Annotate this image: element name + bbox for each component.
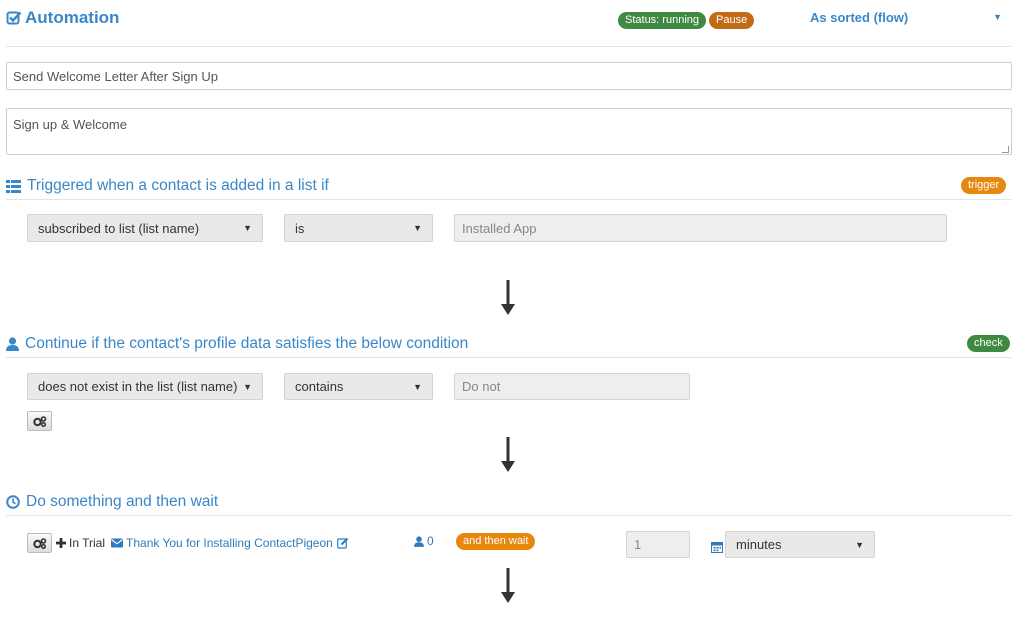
automation-description-value: Sign up & Welcome — [13, 117, 127, 132]
caret-down-icon: ▼ — [993, 12, 1002, 22]
check-section-title: Continue if the contact's profile data s… — [6, 335, 468, 353]
trigger-condition-select[interactable]: subscribed to list (list name) ▼ — [27, 214, 263, 242]
gears-icon — [32, 415, 46, 427]
action-settings-button[interactable] — [27, 533, 52, 553]
divider — [6, 515, 1012, 516]
user-icon — [6, 337, 19, 351]
check-operator-select[interactable]: contains ▼ — [284, 373, 433, 400]
caret-down-icon: ▼ — [413, 381, 422, 392]
resize-handle-icon[interactable] — [1002, 146, 1009, 153]
trigger-operator-value: is — [295, 220, 305, 236]
calendar-icon — [711, 542, 723, 553]
automation-name-value: Send Welcome Letter After Sign Up — [13, 68, 218, 84]
page-title-text: Automation — [25, 8, 120, 27]
caret-down-icon: ▼ — [243, 223, 252, 233]
pause-button[interactable]: Pause — [709, 12, 755, 29]
action-section-title: Do something and then wait — [6, 493, 218, 511]
divider — [6, 357, 1012, 358]
trigger-value-input[interactable]: Installed App — [454, 214, 947, 242]
arrow-down-icon — [501, 568, 515, 603]
list-icon — [6, 179, 21, 193]
email-template-link[interactable]: Thank You for Installing ContactPigeon — [126, 536, 333, 550]
check-value-input[interactable]: Do not — [454, 373, 690, 400]
trigger-value-text: Installed App — [462, 220, 537, 236]
user-icon — [414, 535, 424, 547]
caret-down-icon: ▼ — [243, 381, 252, 392]
check-section-title-text: Continue if the contact's profile data s… — [25, 335, 469, 352]
wait-unit-select[interactable]: minutes ▼ — [725, 531, 875, 558]
contact-count-value: 0 — [427, 534, 434, 548]
wait-duration-input[interactable]: 1 — [626, 531, 690, 558]
wait-unit-value: minutes — [736, 537, 782, 552]
trigger-section-title: Triggered when a contact is added in a l… — [6, 177, 329, 195]
automation-name-input[interactable]: Send Welcome Letter After Sign Up — [6, 62, 1012, 90]
edit-icon[interactable] — [336, 537, 349, 549]
check-condition-value: does not exist in the list (list name) — [38, 379, 238, 394]
action-tag: In Trial — [69, 536, 106, 550]
check-operator-value: contains — [295, 379, 344, 394]
trigger-condition-value: subscribed to list (list name) — [38, 220, 200, 236]
envelope-icon — [111, 538, 124, 548]
check-value-text: Do not — [462, 379, 501, 394]
divider — [6, 46, 1012, 47]
sort-order-select[interactable]: As sorted (flow) ▼ — [810, 10, 1002, 25]
arrow-down-icon — [501, 437, 515, 472]
clock-icon — [6, 495, 20, 509]
action-row: In Trial Thank You for Installing Contac… — [27, 531, 349, 555]
divider — [6, 199, 1012, 200]
trigger-operator-select[interactable]: is ▼ — [284, 214, 433, 242]
sort-order-value: As sorted (flow) — [810, 10, 909, 25]
trigger-section-title-text: Triggered when a contact is added in a l… — [27, 177, 329, 194]
action-section-title-text: Do something and then wait — [26, 493, 219, 510]
check-badge: check — [967, 335, 1010, 352]
gears-icon — [32, 537, 46, 549]
check-square-icon — [6, 11, 22, 25]
status-badge: Status: running — [618, 12, 706, 29]
check-condition-select[interactable]: does not exist in the list (list name) ▼ — [27, 373, 263, 400]
plus-icon — [56, 538, 66, 548]
check-settings-button[interactable] — [27, 411, 52, 431]
wait-badge: and then wait — [456, 533, 536, 550]
contact-count: 0 — [414, 534, 434, 548]
caret-down-icon: ▼ — [413, 223, 422, 233]
page-title: Automation — [6, 8, 119, 28]
trigger-badge: trigger — [961, 177, 1007, 194]
arrow-down-icon — [501, 280, 515, 315]
caret-down-icon: ▼ — [855, 539, 864, 550]
automation-description-textarea[interactable]: Sign up & Welcome — [6, 108, 1012, 155]
wait-duration-value: 1 — [634, 537, 642, 552]
